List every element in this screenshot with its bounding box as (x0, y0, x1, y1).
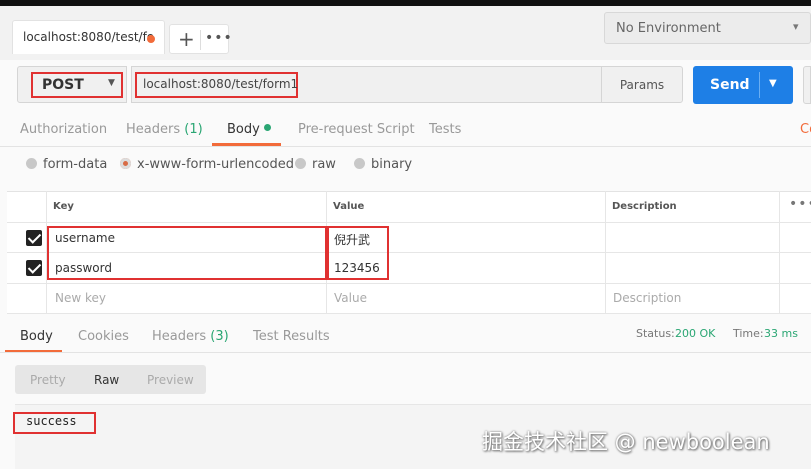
tab-actions: + ••• (169, 24, 232, 54)
keys-annotation-box (47, 226, 327, 280)
time-label: Time: (733, 327, 764, 340)
format-pretty-button[interactable]: Pretty (30, 373, 66, 387)
tab-pre-request-script[interactable]: Pre-request Script (298, 122, 415, 137)
headers-count: (1) (184, 122, 203, 137)
method-select[interactable]: POST ▼ (17, 66, 127, 103)
radio-form-data[interactable]: form-data (26, 157, 107, 177)
row-checkbox[interactable] (26, 260, 42, 276)
response-tab-headers[interactable]: Headers (3) (152, 329, 229, 344)
tab-body[interactable]: Body (227, 122, 271, 137)
radio-urlencoded[interactable]: x-www-form-urlencoded (120, 157, 294, 177)
status-value: 200 OK (675, 327, 716, 340)
body-active-dot (263, 124, 271, 131)
tab-authorization[interactable]: Authorization (20, 122, 107, 137)
send-options-chevron-icon[interactable]: ▼ (769, 78, 777, 89)
send-divider (759, 72, 760, 98)
new-description-input[interactable]: Description (613, 291, 681, 305)
divider (0, 352, 811, 353)
environment-select[interactable]: No Environment ▾ (604, 12, 811, 44)
response-tab-test-results[interactable]: Test Results (253, 329, 330, 344)
send-button[interactable]: Send ▼ (693, 66, 793, 104)
status-label: Status: (636, 327, 675, 340)
tab-actions-divider (200, 30, 201, 50)
radio-label: binary (371, 157, 413, 172)
column-header-description: Description (612, 201, 677, 212)
table-options-icon[interactable]: ••• (789, 196, 811, 212)
column-header-value: Value (333, 201, 365, 212)
response-tab-body[interactable]: Body (20, 329, 53, 344)
chevron-down-icon: ▾ (793, 20, 799, 33)
send-label: Send (710, 77, 750, 93)
url-input[interactable]: localhost:8080/test/form1 (131, 66, 602, 103)
method-value: POST (42, 77, 84, 93)
radio-circle-icon (295, 158, 306, 169)
new-key-input[interactable]: New key (55, 291, 106, 305)
radio-raw[interactable]: raw (295, 157, 336, 177)
environment-value: No Environment (616, 21, 721, 36)
url-value: localhost:8080/test/form1 (143, 77, 299, 91)
params-button[interactable]: Params (601, 66, 683, 103)
row-divider (7, 222, 811, 223)
column-header-key: Key (53, 201, 74, 212)
radio-binary[interactable]: binary (354, 157, 412, 177)
response-body-text: success (26, 414, 77, 428)
time-value: 33 ms (764, 327, 798, 340)
radio-selected-icon (120, 158, 131, 169)
radio-label: x-www-form-urlencoded (137, 157, 295, 172)
format-preview-button[interactable]: Preview (147, 373, 194, 387)
params-label: Params (619, 78, 665, 92)
response-tab-headers-label: Headers (152, 329, 207, 344)
tab-headers[interactable]: Headers (1) (126, 122, 203, 137)
save-button[interactable] (803, 66, 811, 104)
radio-label: raw (312, 157, 336, 172)
tab-options-icon[interactable]: ••• (205, 30, 233, 46)
values-annotation-box (327, 226, 389, 280)
tab-body-label: Body (227, 122, 260, 137)
unsaved-changes-dot (147, 35, 155, 43)
row-checkbox[interactable] (26, 230, 42, 246)
tab-headers-label: Headers (126, 122, 181, 137)
tab-tests[interactable]: Tests (429, 122, 461, 137)
row-divider (7, 283, 811, 284)
new-value-input[interactable]: Value (334, 291, 367, 305)
chevron-down-icon: ▼ (108, 78, 115, 88)
new-tab-button[interactable]: + (178, 27, 195, 51)
response-tab-cookies[interactable]: Cookies (78, 329, 129, 344)
tab-cookies-cutoff[interactable]: Co (800, 122, 811, 137)
response-headers-count: (3) (210, 329, 229, 344)
request-tab[interactable]: localhost:8080/test/fo (12, 20, 165, 54)
request-tab-label: localhost:8080/test/fo (23, 30, 155, 44)
divider (0, 146, 811, 147)
radio-circle-icon (354, 158, 365, 169)
watermark: 掘金技术社区 @ newboolean (482, 430, 770, 454)
radio-circle-icon (26, 158, 37, 169)
radio-label: form-data (43, 157, 108, 172)
row-divider (7, 313, 811, 314)
format-raw-button[interactable]: Raw (94, 373, 119, 387)
